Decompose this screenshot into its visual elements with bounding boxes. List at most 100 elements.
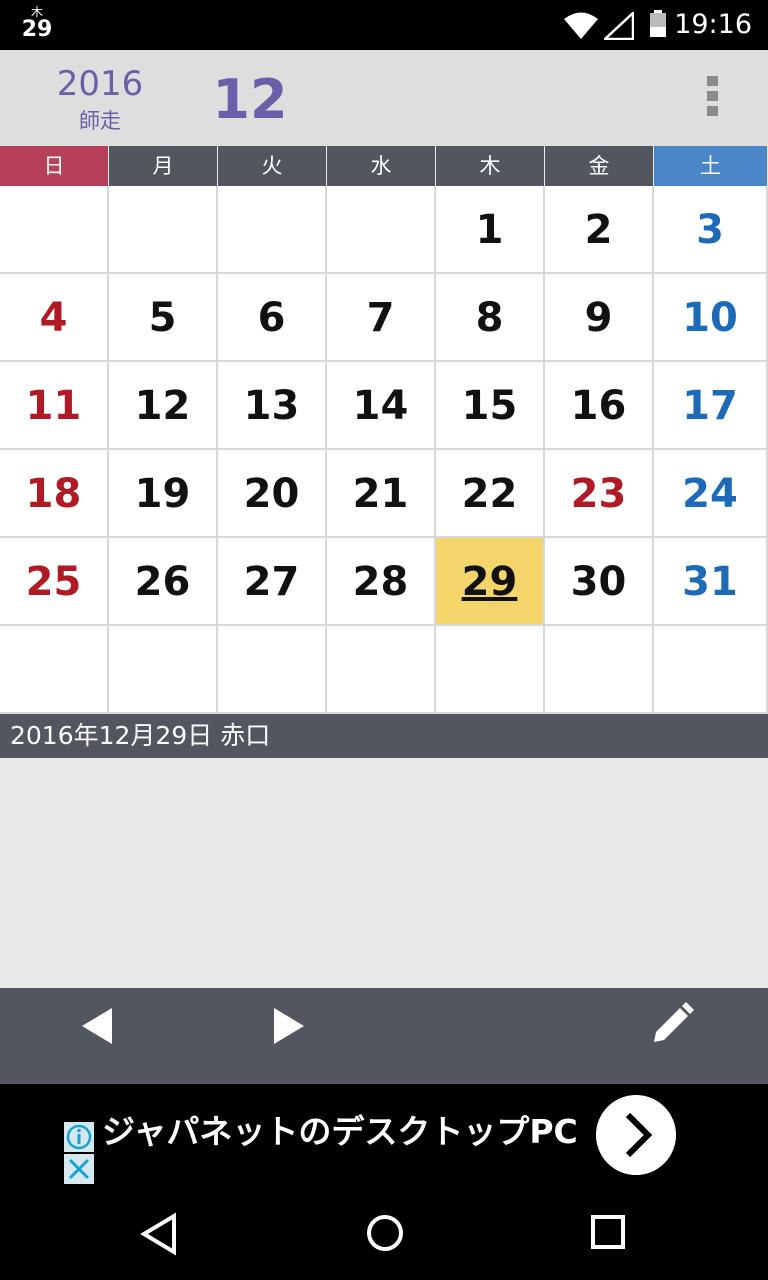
calendar-day-cell[interactable]: 8 (436, 274, 545, 362)
prev-month-icon[interactable] (78, 1006, 118, 1046)
calendar-day-number: 6 (257, 295, 286, 341)
calendar-day-cell[interactable] (436, 626, 545, 714)
recent-apps-icon[interactable] (590, 1214, 626, 1250)
calendar-day-number: 2 (584, 207, 613, 253)
calendar-day-number: 29 (461, 559, 518, 605)
calendar-day-number: 5 (148, 295, 177, 341)
weekday-header-4: 木 (436, 146, 545, 186)
calendar-day-cell[interactable]: 19 (109, 450, 218, 538)
calendar-day-number: 19 (134, 471, 191, 517)
system-nav-bar (0, 1188, 768, 1280)
calendar-day-number: 3 (696, 207, 724, 253)
calendar-day-cell[interactable]: 15 (436, 362, 545, 450)
ad-close-icon[interactable] (64, 1154, 94, 1184)
calendar-day-cell[interactable]: 16 (545, 362, 654, 450)
home-icon[interactable] (364, 1212, 406, 1254)
calendar-day-cell[interactable]: 10 (654, 274, 768, 362)
calendar-day-cell[interactable]: 4 (0, 274, 109, 362)
wifi-icon (564, 12, 598, 39)
calendar-day-number: 4 (39, 295, 68, 341)
calendar-day-number: 21 (352, 471, 409, 517)
calendar-day-number: 16 (570, 383, 627, 429)
calendar-day-number: 27 (243, 559, 300, 605)
calendar-day-cell[interactable]: 18 (0, 450, 109, 538)
calendar-day-number: 18 (25, 471, 82, 517)
calendar-day-cell[interactable] (218, 186, 327, 274)
calendar-day-number: 22 (461, 471, 518, 517)
calendar-day-cell[interactable]: 29 (436, 538, 545, 626)
next-month-icon[interactable] (268, 1006, 308, 1046)
signal-icon (604, 12, 634, 40)
edit-pencil-icon[interactable] (650, 1002, 694, 1046)
weekday-header-6: 土 (654, 146, 768, 186)
selected-date-bar: 2016年12月29日 赤口 (0, 714, 768, 758)
calendar-day-number: 25 (25, 559, 82, 605)
calendar-day-cell[interactable]: 13 (218, 362, 327, 450)
ad-banner[interactable]: ジャパネットのデスクトップPC (0, 1084, 768, 1188)
header-year: 2016 (56, 64, 144, 104)
calendar-day-number: 28 (352, 559, 409, 605)
calendar-day-cell[interactable]: 2 (545, 186, 654, 274)
calendar-day-cell[interactable] (654, 626, 768, 714)
calendar-day-cell[interactable]: 5 (109, 274, 218, 362)
ad-info-icon[interactable] (64, 1122, 94, 1152)
calendar-day-number: 12 (134, 383, 191, 429)
calendar-day-cell[interactable] (109, 626, 218, 714)
back-icon[interactable] (140, 1212, 180, 1256)
calendar-day-cell[interactable]: 11 (0, 362, 109, 450)
calendar-day-cell[interactable]: 1 (436, 186, 545, 274)
overflow-menu-icon[interactable] (695, 76, 729, 122)
calendar-day-number: 13 (243, 383, 300, 429)
calendar-day-number: 30 (570, 559, 627, 605)
calendar-day-cell[interactable] (545, 626, 654, 714)
selected-date-label: 2016年12月29日 赤口 (10, 721, 271, 750)
status-time: 19:16 (674, 9, 752, 40)
calendar-day-number: 14 (352, 383, 409, 429)
calendar-day-cell[interactable]: 27 (218, 538, 327, 626)
calendar-day-cell[interactable]: 7 (327, 274, 436, 362)
calendar-day-cell[interactable]: 22 (436, 450, 545, 538)
weekday-header-3: 水 (327, 146, 436, 186)
calendar-day-cell[interactable] (0, 626, 109, 714)
calendar-day-cell[interactable]: 30 (545, 538, 654, 626)
calendar-day-number: 1 (475, 207, 504, 253)
calendar-day-cell[interactable]: 28 (327, 538, 436, 626)
calendar-day-cell[interactable]: 20 (218, 450, 327, 538)
calendar-day-cell[interactable] (327, 626, 436, 714)
calendar-day-cell[interactable]: 26 (109, 538, 218, 626)
calendar-day-number: 24 (682, 471, 738, 517)
calendar-day-cell[interactable]: 24 (654, 450, 768, 538)
calendar-day-cell[interactable] (327, 186, 436, 274)
calendar-day-number: 23 (570, 471, 627, 517)
battery-icon (650, 10, 666, 37)
calendar-day-cell[interactable] (109, 186, 218, 274)
calendar-day-number: 9 (584, 295, 613, 341)
calendar-day-cell[interactable]: 3 (654, 186, 768, 274)
status-bar: 木 29 19:16 (0, 0, 768, 50)
calendar-day-cell[interactable]: 14 (327, 362, 436, 450)
calendar-day-cell[interactable]: 6 (218, 274, 327, 362)
calendar-day-number: 31 (682, 559, 738, 605)
calendar-day-cell[interactable] (0, 186, 109, 274)
calendar-day-cell[interactable]: 12 (109, 362, 218, 450)
calendar-day-cell[interactable]: 31 (654, 538, 768, 626)
calendar-day-cell[interactable]: 21 (327, 450, 436, 538)
bottom-toolbar (0, 988, 768, 1084)
calendar-day-number: 26 (134, 559, 191, 605)
calendar-day-number: 10 (682, 295, 738, 341)
status-date: 木 29 (20, 6, 54, 42)
calendar-day-number: 20 (243, 471, 300, 517)
calendar-day-cell[interactable]: 25 (0, 538, 109, 626)
weekday-header-5: 金 (545, 146, 654, 186)
header-month-name: 師走 (79, 109, 121, 133)
chevron-right-icon[interactable] (596, 1095, 676, 1175)
calendar-day-number: 11 (25, 383, 82, 429)
calendar-day-cell[interactable] (218, 626, 327, 714)
header-month: 12 (212, 68, 288, 131)
ad-text[interactable]: ジャパネットのデスクトップPC (102, 1110, 578, 1154)
weekday-header-1: 月 (109, 146, 218, 186)
calendar-day-cell[interactable]: 17 (654, 362, 768, 450)
calendar-day-cell[interactable]: 9 (545, 274, 654, 362)
calendar-day-number: 7 (366, 295, 395, 341)
calendar-day-cell[interactable]: 23 (545, 450, 654, 538)
